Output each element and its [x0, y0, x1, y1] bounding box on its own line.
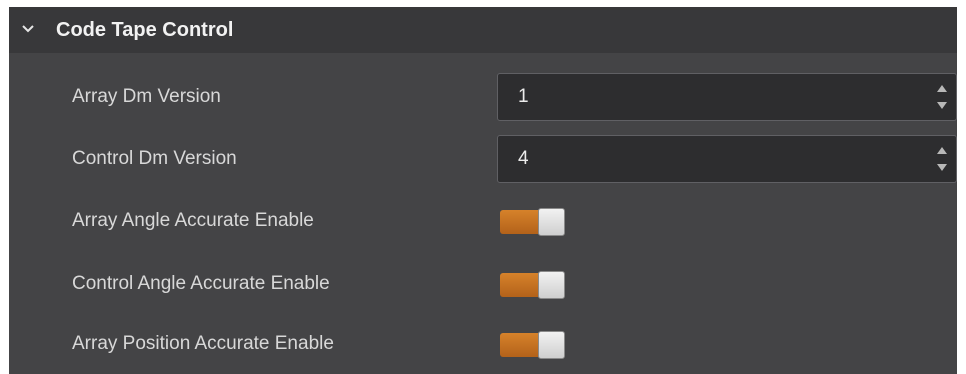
row-control-dm-version: Control Dm Version 4 [9, 129, 957, 189]
row-array-dm-version: Array Dm Version 1 [9, 67, 957, 127]
array-position-accurate-enable-label: Array Position Accurate Enable [72, 333, 334, 354]
row-array-position-accurate-enable: Array Position Accurate Enable [9, 314, 957, 374]
code-tape-control-panel: Code Tape Control Array Dm Version 1 Con… [9, 7, 957, 374]
section-title: Code Tape Control [56, 19, 234, 41]
array-angle-accurate-enable-toggle[interactable] [500, 208, 566, 236]
control-dm-version-value[interactable]: 4 [518, 136, 529, 182]
toggle-knob[interactable] [538, 331, 565, 359]
row-control-angle-accurate-enable: Control Angle Accurate Enable [9, 254, 957, 314]
array-dm-version-spinbox[interactable]: 1 [497, 73, 957, 121]
chevron-down-icon[interactable] [20, 21, 36, 37]
control-angle-accurate-enable-toggle[interactable] [500, 271, 566, 299]
control-dm-version-label: Control Dm Version [72, 148, 237, 169]
toggle-knob[interactable] [538, 208, 565, 236]
control-angle-accurate-enable-label: Control Angle Accurate Enable [72, 273, 330, 294]
spin-up-arrow-icon[interactable] [935, 144, 949, 156]
control-dm-version-spinbox[interactable]: 4 [497, 135, 957, 183]
array-position-accurate-enable-toggle[interactable] [500, 331, 566, 359]
row-array-angle-accurate-enable: Array Angle Accurate Enable [9, 191, 957, 251]
spin-down-arrow-icon[interactable] [935, 162, 949, 174]
spin-up-arrow-icon[interactable] [935, 82, 949, 94]
array-angle-accurate-enable-label: Array Angle Accurate Enable [72, 210, 314, 231]
section-header[interactable]: Code Tape Control [9, 7, 957, 53]
array-dm-version-label: Array Dm Version [72, 86, 221, 107]
spin-down-arrow-icon[interactable] [935, 100, 949, 112]
toggle-knob[interactable] [538, 271, 565, 299]
array-dm-version-value[interactable]: 1 [518, 74, 529, 120]
